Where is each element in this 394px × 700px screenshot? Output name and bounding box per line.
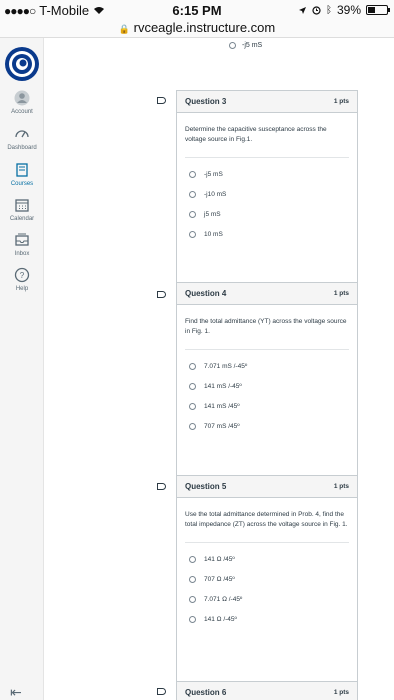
inbox-icon — [15, 233, 29, 246]
question-card: Question 4 1 pts Find the total admittan… — [176, 282, 358, 492]
nav-label: Courses — [10, 181, 34, 187]
nav-help[interactable]: ? Help — [0, 267, 44, 292]
nav-dashboard[interactable]: Dashboard — [0, 126, 44, 151]
global-nav: Account Dashboard Courses Calendar Inbox — [0, 38, 44, 700]
logo[interactable] — [4, 46, 40, 82]
radio-button[interactable] — [189, 595, 196, 603]
answer-option[interactable]: 707 Ω /45º — [185, 569, 349, 589]
question-card: Question 6 1 pts — [176, 681, 358, 700]
radio-button[interactable] — [189, 210, 196, 218]
answer-label: -j5 mS — [204, 170, 223, 178]
answer-option[interactable]: 707 mS /45º — [185, 416, 349, 436]
question-text: Use the total admittance determined in P… — [185, 510, 349, 543]
radio-button[interactable] — [189, 362, 196, 370]
radio-button[interactable] — [189, 575, 196, 583]
calendar-icon — [15, 199, 29, 212]
answer-option[interactable]: 7.071 Ω /-45º — [185, 589, 349, 609]
question-title: Question 5 — [185, 482, 227, 491]
quiz-content: -j5 mS Question 3 1 pts Determine the ca… — [44, 38, 394, 700]
question-text: Determine the capacitive susceptance acr… — [185, 125, 349, 158]
answer-label: 707 mS /45º — [204, 422, 240, 430]
question-card: Question 3 1 pts Determine the capacitiv… — [176, 90, 358, 298]
courses-icon — [16, 163, 28, 177]
answer-option[interactable]: 10 mS — [185, 224, 349, 244]
nav-label: Dashboard — [7, 145, 37, 151]
nav-courses[interactable]: Courses — [0, 162, 44, 187]
question-title: Question 3 — [185, 97, 227, 106]
nav-label: Help — [15, 286, 29, 292]
answer-option[interactable]: -j5 mS — [185, 164, 349, 184]
question-points: 1 pts — [333, 98, 349, 105]
battery-label: 39% — [336, 3, 361, 17]
flag-question-icon[interactable] — [157, 688, 166, 695]
answer-label: 707 Ω /45º — [204, 575, 235, 583]
help-icon: ? — [14, 267, 30, 283]
svg-text:?: ? — [20, 271, 25, 280]
url-text: rvceagle.instructure.com — [133, 20, 276, 35]
nav-label: Inbox — [14, 251, 30, 257]
answer-option[interactable]: 7.071 mS /-45º — [185, 356, 349, 376]
bluetooth-icon: ᛒ — [325, 4, 332, 16]
question-title: Question 6 — [185, 688, 227, 697]
answer-option[interactable]: j5 mS — [185, 204, 349, 224]
nav-calendar[interactable]: Calendar — [0, 197, 44, 222]
flag-question-icon[interactable] — [157, 97, 166, 104]
location-icon — [298, 6, 306, 14]
question-header: Question 4 1 pts — [177, 283, 357, 305]
answer-label: -j10 mS — [204, 190, 227, 198]
radio-button[interactable] — [189, 615, 196, 623]
radio-button[interactable] — [189, 190, 196, 198]
question-points: 1 pts — [333, 290, 349, 297]
answer-option[interactable]: -j10 mS — [185, 184, 349, 204]
answer-label: -j5 mS — [242, 42, 263, 49]
question-header: Question 3 1 pts — [177, 91, 357, 113]
url-bar[interactable]: 🔒 rvceagle.instructure.com — [0, 20, 394, 38]
answer-label: 141 Ω /-45º — [204, 615, 237, 623]
account-icon — [14, 90, 30, 106]
status-bar: ●●●●○ T-Mobile 6:15 PM ᛒ 39% — [0, 0, 394, 20]
alarm-icon — [312, 5, 321, 15]
radio-button[interactable] — [189, 422, 196, 430]
answer-list: 7.071 mS /-45º 141 mS /-45º 141 mS /45º … — [185, 350, 349, 436]
radio-button[interactable] — [189, 402, 196, 410]
question-header: Question 5 1 pts — [177, 476, 357, 498]
question-card: Question 5 1 pts Use the total admittanc… — [176, 475, 358, 697]
nav-label: Account — [11, 109, 33, 115]
flag-question-icon[interactable] — [157, 483, 166, 490]
question-title: Question 4 — [185, 289, 227, 298]
radio-button[interactable] — [189, 170, 196, 178]
answer-label: 141 Ω /45º — [204, 555, 235, 563]
answer-label: 10 mS — [204, 230, 223, 238]
radio-button[interactable] — [189, 230, 196, 238]
question-points: 1 pts — [333, 483, 349, 490]
lock-icon: 🔒 — [118, 24, 130, 34]
answer-label: 141 mS /45º — [204, 402, 240, 410]
answer-label: 7.071 Ω /-45º — [204, 595, 243, 603]
answer-label: j5 mS — [204, 210, 221, 218]
question-header: Question 6 1 pts — [177, 682, 357, 700]
answer-option[interactable]: 141 Ω /-45º — [185, 609, 349, 629]
radio-button[interactable] — [189, 555, 196, 563]
dashboard-icon — [15, 130, 29, 138]
flag-question-icon[interactable] — [157, 291, 166, 298]
nav-inbox[interactable]: Inbox — [0, 232, 44, 257]
answer-label: 141 mS /-45º — [204, 382, 242, 390]
answer-option[interactable]: 141 Ω /45º — [185, 549, 349, 569]
radio-button[interactable] — [229, 42, 236, 49]
question-text: Find the total admittance (YT) across th… — [185, 317, 349, 350]
nav-label: Calendar — [9, 216, 35, 222]
collapse-nav-icon[interactable]: ⇤ — [10, 684, 22, 700]
nav-account[interactable]: Account — [0, 90, 44, 115]
question-points: 1 pts — [333, 689, 349, 696]
battery-icon — [366, 5, 390, 15]
radio-button[interactable] — [189, 382, 196, 390]
answer-option[interactable]: 141 mS /45º — [185, 396, 349, 416]
answer-list: 141 Ω /45º 707 Ω /45º 7.071 Ω /-45º 141 … — [185, 543, 349, 629]
answer-list: -j5 mS -j10 mS j5 mS 10 mS — [185, 158, 349, 244]
answer-label: 7.071 mS /-45º — [204, 362, 248, 370]
answer-option[interactable]: 141 mS /-45º — [185, 376, 349, 396]
status-icons: ᛒ 39% — [298, 3, 390, 17]
previous-answer-option[interactable]: -j5 mS — [229, 42, 262, 49]
